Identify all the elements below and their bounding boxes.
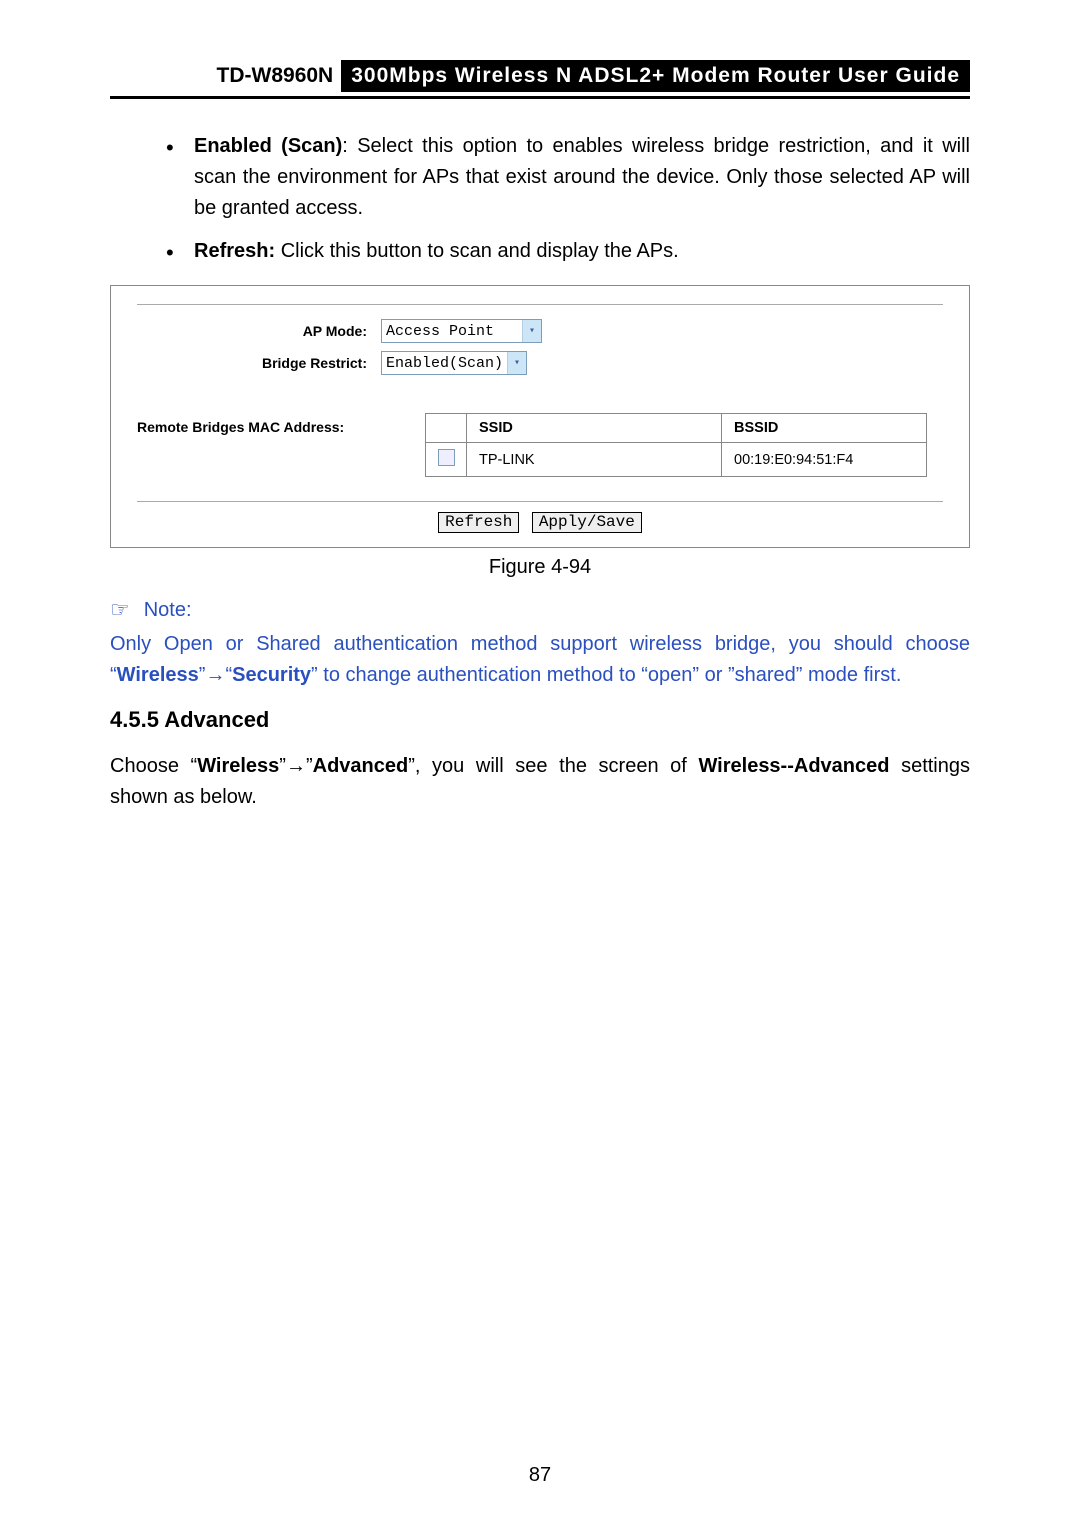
note-wireless: Wireless	[117, 664, 199, 686]
label-ap-mode: AP Mode:	[137, 323, 381, 339]
pointing-hand-icon: ☞	[110, 597, 130, 623]
bullet-refresh-label: Refresh:	[194, 240, 275, 262]
refresh-button[interactable]: Refresh	[438, 512, 519, 533]
select-bridge-restrict-value: Enabled(Scan)	[386, 355, 507, 372]
note-body: Only Open or Shared authentication metho…	[110, 629, 970, 691]
row-bridge-restrict: Bridge Restrict: Enabled(Scan) ▾	[137, 351, 943, 375]
arrow-icon: →	[205, 664, 225, 686]
chevron-down-icon: ▾	[522, 320, 541, 342]
bullet-refresh: Refresh: Click this button to scan and d…	[166, 236, 970, 267]
note-label: Note:	[144, 599, 192, 622]
header-title: 300Mbps Wireless N ADSL2+ Modem Router U…	[341, 60, 970, 92]
label-bridge-restrict: Bridge Restrict:	[137, 355, 381, 371]
note-security: Security	[232, 664, 311, 686]
table-header-row: SSID BSSID	[426, 414, 927, 443]
figure-caption: Figure 4-94	[110, 556, 970, 579]
note-heading: ☞ Note:	[110, 597, 970, 623]
bullet-list: Enabled (Scan): Select this option to en…	[166, 131, 970, 267]
apply-save-button[interactable]: Apply/Save	[532, 512, 642, 533]
cell-ssid: TP-LINK	[467, 443, 722, 477]
row-checkbox[interactable]	[438, 449, 455, 466]
bullet-enabled-scan: Enabled (Scan): Select this option to en…	[166, 131, 970, 224]
page-number: 87	[0, 1464, 1080, 1487]
select-ap-mode-value: Access Point	[386, 323, 522, 340]
para-quote-open: ”	[306, 755, 313, 777]
chevron-down-icon: ▾	[507, 352, 526, 374]
para-wireless: Wireless	[197, 755, 279, 777]
divider	[137, 501, 943, 502]
row-ap-mode: AP Mode: Access Point ▾	[137, 319, 943, 343]
para-quote-arrow: ”	[279, 755, 286, 777]
arrow-icon: →	[286, 755, 306, 777]
para-wireless-advanced: Wireless--Advanced	[698, 755, 889, 777]
page-header: TD-W8960N 300Mbps Wireless N ADSL2+ Mode…	[110, 60, 970, 99]
ap-scan-table: SSID BSSID TP-LINK 00:19:E0:94:51:F4	[425, 413, 927, 477]
note-text-b: ” to change authentication method to “op…	[311, 664, 901, 686]
table-header-ssid: SSID	[467, 414, 722, 443]
para-mid: ”, you will see the screen of	[408, 755, 698, 777]
divider	[137, 304, 943, 305]
table-header-checkbox	[426, 414, 467, 443]
select-bridge-restrict[interactable]: Enabled(Scan) ▾	[381, 351, 527, 375]
advanced-paragraph: Choose “Wireless”→”Advanced”, you will s…	[110, 751, 970, 813]
para-pre: Choose “	[110, 755, 197, 777]
select-ap-mode[interactable]: Access Point ▾	[381, 319, 542, 343]
header-model: TD-W8960N	[217, 64, 334, 88]
table-header-bssid: BSSID	[722, 414, 927, 443]
bullet-refresh-text: Click this button to scan and display th…	[275, 240, 679, 262]
table-row: TP-LINK 00:19:E0:94:51:F4	[426, 443, 927, 477]
cell-bssid: 00:19:E0:94:51:F4	[722, 443, 927, 477]
section-heading-advanced: 4.5.5 Advanced	[110, 707, 970, 733]
bullet-enabled-scan-label: Enabled (Scan)	[194, 135, 342, 157]
ui-screenshot-panel: AP Mode: Access Point ▾ Bridge Restrict:…	[110, 285, 970, 548]
label-remote-bridges: Remote Bridges MAC Address:	[137, 413, 381, 435]
para-advanced: Advanced	[313, 755, 409, 777]
